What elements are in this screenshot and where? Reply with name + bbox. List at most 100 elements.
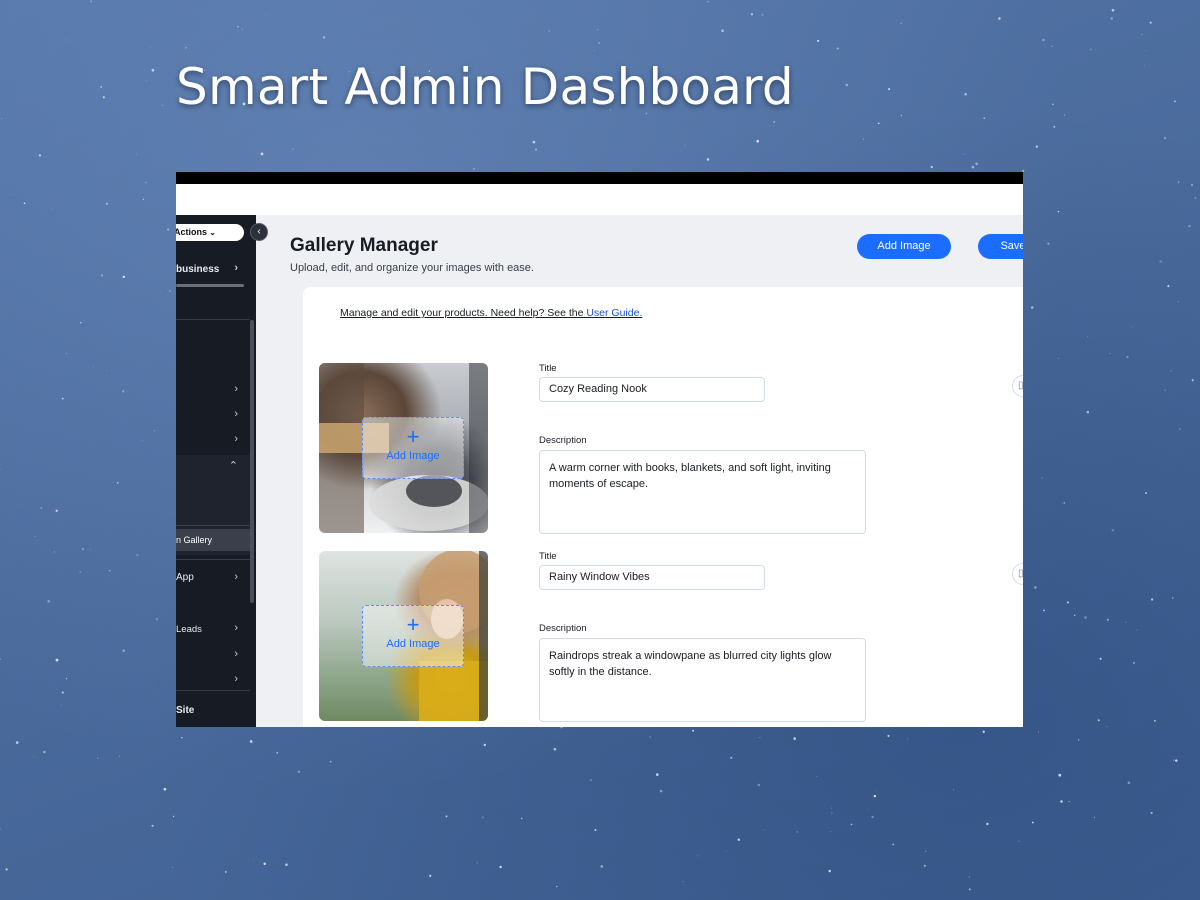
add-image-overlay[interactable]: + Add Image xyxy=(362,417,464,479)
description-label: Description xyxy=(539,435,587,446)
star xyxy=(873,794,877,798)
star xyxy=(55,509,58,512)
star xyxy=(1188,224,1191,228)
star xyxy=(968,876,970,878)
star xyxy=(118,755,120,757)
star xyxy=(151,824,154,827)
star xyxy=(892,843,895,846)
star xyxy=(1132,662,1135,664)
star xyxy=(50,208,52,210)
star xyxy=(43,750,46,754)
add-image-overlay[interactable]: + Add Image xyxy=(362,605,464,667)
sidebar-item-leads[interactable]: Leads › xyxy=(176,622,256,635)
plus-icon: + xyxy=(406,424,420,449)
trash-icon[interactable]: ▯ xyxy=(1012,563,1023,585)
star xyxy=(900,22,902,25)
star xyxy=(594,829,597,831)
star xyxy=(877,122,880,125)
star xyxy=(817,39,820,42)
star xyxy=(757,783,761,787)
sidebar-item-business[interactable]: business › xyxy=(176,262,256,275)
star xyxy=(1042,38,1045,42)
title-input[interactable]: Cozy Reading Nook xyxy=(539,377,765,402)
star xyxy=(930,165,933,169)
star xyxy=(706,158,710,161)
star xyxy=(1177,301,1179,302)
sidebar-item-app[interactable]: App › xyxy=(176,571,256,583)
sidebar-item-gallery[interactable]: n Gallery xyxy=(176,529,250,551)
star xyxy=(150,46,151,48)
star xyxy=(1136,629,1138,631)
gallery-image[interactable]: + Add Image xyxy=(319,363,488,533)
star xyxy=(1131,327,1132,329)
star xyxy=(589,779,592,782)
star xyxy=(429,874,432,877)
title-input[interactable]: Rainy Window Vibes xyxy=(539,565,765,590)
star xyxy=(142,198,145,201)
star xyxy=(850,823,853,826)
star xyxy=(1194,197,1197,199)
star xyxy=(1068,800,1070,803)
star xyxy=(923,864,926,867)
star xyxy=(65,39,67,41)
plus-icon: + xyxy=(406,612,420,637)
sidebar-item-label: n Gallery xyxy=(176,535,213,545)
star xyxy=(181,736,183,739)
star xyxy=(0,117,3,120)
star xyxy=(163,787,167,791)
star xyxy=(830,831,832,833)
star xyxy=(445,815,448,818)
sidebar: Actions ⌄ business › › › › ⌃ n Gallery A… xyxy=(176,215,256,727)
star xyxy=(95,97,97,98)
star xyxy=(79,571,81,573)
star xyxy=(1159,260,1163,263)
star xyxy=(756,139,760,143)
star xyxy=(1093,816,1096,819)
trash-icon[interactable]: ▯ xyxy=(1012,375,1023,397)
gallery-image[interactable]: + Add Image xyxy=(319,551,488,721)
save-button[interactable]: Save xyxy=(978,234,1023,259)
collapse-sidebar-button[interactable]: ‹ xyxy=(250,223,268,241)
sidebar-item-label: business xyxy=(176,264,220,275)
star xyxy=(499,865,502,869)
page-subtitle: Upload, edit, and organize your images w… xyxy=(290,262,534,274)
star xyxy=(483,743,486,747)
star xyxy=(1063,502,1066,504)
star xyxy=(40,506,43,509)
star xyxy=(276,752,278,754)
star xyxy=(285,863,288,867)
user-guide-link[interactable]: User Guide. xyxy=(586,307,642,319)
star xyxy=(122,649,125,652)
star xyxy=(1178,181,1180,183)
star xyxy=(649,736,651,738)
star xyxy=(1170,370,1172,373)
star xyxy=(659,789,663,793)
star xyxy=(548,29,551,33)
actions-dropdown[interactable]: Actions ⌄ xyxy=(176,224,244,241)
star xyxy=(1111,8,1115,12)
description-textarea[interactable]: Raindrops streak a windowpane as blurred… xyxy=(539,638,866,722)
star xyxy=(1058,773,1062,777)
star xyxy=(1052,103,1054,105)
star xyxy=(17,503,18,505)
star xyxy=(476,862,478,864)
star xyxy=(106,202,108,205)
add-image-button[interactable]: Add Image xyxy=(857,234,951,259)
star xyxy=(986,822,989,826)
star xyxy=(473,167,476,170)
star xyxy=(0,828,1,830)
star xyxy=(1047,242,1050,245)
star xyxy=(329,760,332,763)
star xyxy=(1145,492,1148,495)
description-textarea[interactable]: A warm corner with books, blankets, and … xyxy=(539,450,866,534)
star xyxy=(65,678,68,680)
star xyxy=(831,812,833,814)
star xyxy=(1034,586,1037,589)
chevron-right-icon: › xyxy=(234,408,238,420)
star xyxy=(975,162,978,166)
chevron-down-icon: ⌄ xyxy=(209,228,216,237)
star xyxy=(1141,34,1143,36)
sidebar-item-site[interactable]: Site xyxy=(176,705,256,716)
chevron-right-icon: › xyxy=(234,383,238,395)
sidebar-scrollbar[interactable] xyxy=(250,320,254,603)
